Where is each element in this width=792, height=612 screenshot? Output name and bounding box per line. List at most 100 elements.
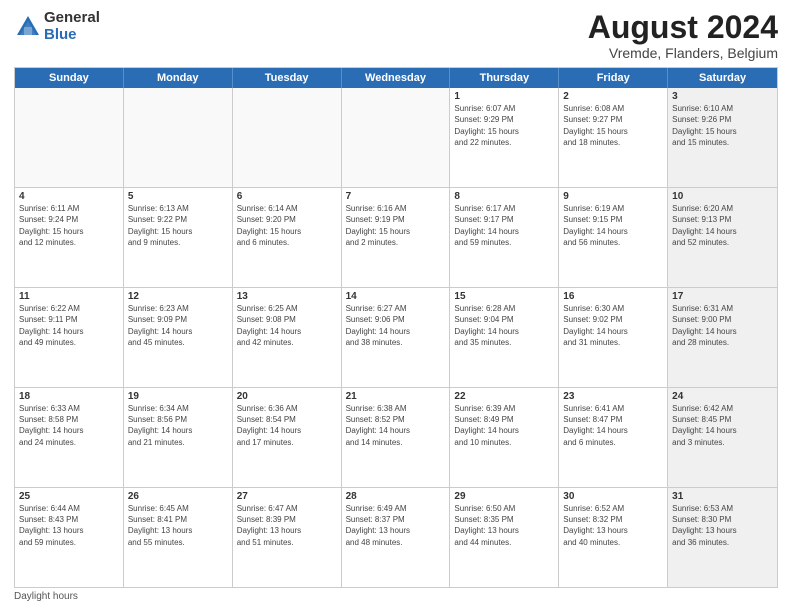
day-info: Sunrise: 6:36 AM Sunset: 8:54 PM Dayligh… bbox=[237, 403, 337, 448]
cal-cell bbox=[233, 88, 342, 187]
day-info: Sunrise: 6:22 AM Sunset: 9:11 PM Dayligh… bbox=[19, 303, 119, 348]
day-number: 11 bbox=[19, 291, 119, 302]
calendar: SundayMondayTuesdayWednesdayThursdayFrid… bbox=[14, 67, 778, 588]
day-number: 2 bbox=[563, 91, 663, 102]
title-block: August 2024 Vremde, Flanders, Belgium bbox=[588, 10, 778, 61]
cal-cell: 1Sunrise: 6:07 AM Sunset: 9:29 PM Daylig… bbox=[450, 88, 559, 187]
day-number: 27 bbox=[237, 491, 337, 502]
cal-cell bbox=[124, 88, 233, 187]
day-info: Sunrise: 6:20 AM Sunset: 9:13 PM Dayligh… bbox=[672, 203, 773, 248]
cal-week-3: 11Sunrise: 6:22 AM Sunset: 9:11 PM Dayli… bbox=[15, 288, 777, 388]
day-info: Sunrise: 6:44 AM Sunset: 8:43 PM Dayligh… bbox=[19, 503, 119, 548]
cal-cell: 23Sunrise: 6:41 AM Sunset: 8:47 PM Dayli… bbox=[559, 388, 668, 487]
cal-cell bbox=[15, 88, 124, 187]
day-number: 18 bbox=[19, 391, 119, 402]
cal-cell: 22Sunrise: 6:39 AM Sunset: 8:49 PM Dayli… bbox=[450, 388, 559, 487]
page: General Blue August 2024 Vremde, Flander… bbox=[0, 0, 792, 612]
cal-cell: 15Sunrise: 6:28 AM Sunset: 9:04 PM Dayli… bbox=[450, 288, 559, 387]
day-number: 24 bbox=[672, 391, 773, 402]
cal-cell: 31Sunrise: 6:53 AM Sunset: 8:30 PM Dayli… bbox=[668, 488, 777, 587]
day-info: Sunrise: 6:16 AM Sunset: 9:19 PM Dayligh… bbox=[346, 203, 446, 248]
cal-cell: 17Sunrise: 6:31 AM Sunset: 9:00 PM Dayli… bbox=[668, 288, 777, 387]
day-number: 17 bbox=[672, 291, 773, 302]
day-number: 21 bbox=[346, 391, 446, 402]
day-info: Sunrise: 6:41 AM Sunset: 8:47 PM Dayligh… bbox=[563, 403, 663, 448]
day-info: Sunrise: 6:45 AM Sunset: 8:41 PM Dayligh… bbox=[128, 503, 228, 548]
day-info: Sunrise: 6:14 AM Sunset: 9:20 PM Dayligh… bbox=[237, 203, 337, 248]
day-info: Sunrise: 6:19 AM Sunset: 9:15 PM Dayligh… bbox=[563, 203, 663, 248]
cal-cell: 24Sunrise: 6:42 AM Sunset: 8:45 PM Dayli… bbox=[668, 388, 777, 487]
day-number: 23 bbox=[563, 391, 663, 402]
cal-header-sunday: Sunday bbox=[15, 68, 124, 88]
day-number: 22 bbox=[454, 391, 554, 402]
cal-cell bbox=[342, 88, 451, 187]
footer-note: Daylight hours bbox=[14, 588, 778, 602]
day-number: 16 bbox=[563, 291, 663, 302]
cal-cell: 27Sunrise: 6:47 AM Sunset: 8:39 PM Dayli… bbox=[233, 488, 342, 587]
day-number: 4 bbox=[19, 191, 119, 202]
cal-cell: 12Sunrise: 6:23 AM Sunset: 9:09 PM Dayli… bbox=[124, 288, 233, 387]
day-info: Sunrise: 6:17 AM Sunset: 9:17 PM Dayligh… bbox=[454, 203, 554, 248]
cal-header-wednesday: Wednesday bbox=[342, 68, 451, 88]
logo-icon bbox=[14, 13, 42, 41]
calendar-body: 1Sunrise: 6:07 AM Sunset: 9:29 PM Daylig… bbox=[15, 88, 777, 587]
logo-blue-text: Blue bbox=[44, 27, 100, 44]
logo-general-text: General bbox=[44, 10, 100, 27]
cal-cell: 21Sunrise: 6:38 AM Sunset: 8:52 PM Dayli… bbox=[342, 388, 451, 487]
cal-cell: 9Sunrise: 6:19 AM Sunset: 9:15 PM Daylig… bbox=[559, 188, 668, 287]
day-number: 30 bbox=[563, 491, 663, 502]
day-number: 5 bbox=[128, 191, 228, 202]
cal-cell: 3Sunrise: 6:10 AM Sunset: 9:26 PM Daylig… bbox=[668, 88, 777, 187]
cal-header-friday: Friday bbox=[559, 68, 668, 88]
cal-cell: 28Sunrise: 6:49 AM Sunset: 8:37 PM Dayli… bbox=[342, 488, 451, 587]
day-info: Sunrise: 6:42 AM Sunset: 8:45 PM Dayligh… bbox=[672, 403, 773, 448]
day-info: Sunrise: 6:53 AM Sunset: 8:30 PM Dayligh… bbox=[672, 503, 773, 548]
day-info: Sunrise: 6:31 AM Sunset: 9:00 PM Dayligh… bbox=[672, 303, 773, 348]
day-info: Sunrise: 6:28 AM Sunset: 9:04 PM Dayligh… bbox=[454, 303, 554, 348]
day-number: 1 bbox=[454, 91, 554, 102]
day-info: Sunrise: 6:50 AM Sunset: 8:35 PM Dayligh… bbox=[454, 503, 554, 548]
calendar-header-row: SundayMondayTuesdayWednesdayThursdayFrid… bbox=[15, 68, 777, 88]
cal-week-4: 18Sunrise: 6:33 AM Sunset: 8:58 PM Dayli… bbox=[15, 388, 777, 488]
day-info: Sunrise: 6:38 AM Sunset: 8:52 PM Dayligh… bbox=[346, 403, 446, 448]
main-title: August 2024 bbox=[588, 10, 778, 45]
day-info: Sunrise: 6:34 AM Sunset: 8:56 PM Dayligh… bbox=[128, 403, 228, 448]
day-info: Sunrise: 6:49 AM Sunset: 8:37 PM Dayligh… bbox=[346, 503, 446, 548]
cal-cell: 25Sunrise: 6:44 AM Sunset: 8:43 PM Dayli… bbox=[15, 488, 124, 587]
cal-cell: 26Sunrise: 6:45 AM Sunset: 8:41 PM Dayli… bbox=[124, 488, 233, 587]
cal-week-5: 25Sunrise: 6:44 AM Sunset: 8:43 PM Dayli… bbox=[15, 488, 777, 587]
day-number: 31 bbox=[672, 491, 773, 502]
day-number: 3 bbox=[672, 91, 773, 102]
day-number: 9 bbox=[563, 191, 663, 202]
day-number: 13 bbox=[237, 291, 337, 302]
day-info: Sunrise: 6:25 AM Sunset: 9:08 PM Dayligh… bbox=[237, 303, 337, 348]
cal-cell: 20Sunrise: 6:36 AM Sunset: 8:54 PM Dayli… bbox=[233, 388, 342, 487]
cal-cell: 29Sunrise: 6:50 AM Sunset: 8:35 PM Dayli… bbox=[450, 488, 559, 587]
cal-header-saturday: Saturday bbox=[668, 68, 777, 88]
day-info: Sunrise: 6:07 AM Sunset: 9:29 PM Dayligh… bbox=[454, 103, 554, 148]
day-number: 15 bbox=[454, 291, 554, 302]
cal-cell: 14Sunrise: 6:27 AM Sunset: 9:06 PM Dayli… bbox=[342, 288, 451, 387]
day-info: Sunrise: 6:11 AM Sunset: 9:24 PM Dayligh… bbox=[19, 203, 119, 248]
day-info: Sunrise: 6:52 AM Sunset: 8:32 PM Dayligh… bbox=[563, 503, 663, 548]
day-info: Sunrise: 6:30 AM Sunset: 9:02 PM Dayligh… bbox=[563, 303, 663, 348]
day-number: 6 bbox=[237, 191, 337, 202]
cal-cell: 7Sunrise: 6:16 AM Sunset: 9:19 PM Daylig… bbox=[342, 188, 451, 287]
cal-header-tuesday: Tuesday bbox=[233, 68, 342, 88]
cal-cell: 19Sunrise: 6:34 AM Sunset: 8:56 PM Dayli… bbox=[124, 388, 233, 487]
day-info: Sunrise: 6:33 AM Sunset: 8:58 PM Dayligh… bbox=[19, 403, 119, 448]
cal-cell: 30Sunrise: 6:52 AM Sunset: 8:32 PM Dayli… bbox=[559, 488, 668, 587]
day-number: 25 bbox=[19, 491, 119, 502]
day-number: 20 bbox=[237, 391, 337, 402]
day-info: Sunrise: 6:27 AM Sunset: 9:06 PM Dayligh… bbox=[346, 303, 446, 348]
day-info: Sunrise: 6:10 AM Sunset: 9:26 PM Dayligh… bbox=[672, 103, 773, 148]
day-number: 14 bbox=[346, 291, 446, 302]
logo: General Blue bbox=[14, 10, 100, 43]
cal-header-thursday: Thursday bbox=[450, 68, 559, 88]
day-number: 26 bbox=[128, 491, 228, 502]
cal-cell: 2Sunrise: 6:08 AM Sunset: 9:27 PM Daylig… bbox=[559, 88, 668, 187]
day-info: Sunrise: 6:13 AM Sunset: 9:22 PM Dayligh… bbox=[128, 203, 228, 248]
day-number: 7 bbox=[346, 191, 446, 202]
cal-week-2: 4Sunrise: 6:11 AM Sunset: 9:24 PM Daylig… bbox=[15, 188, 777, 288]
day-number: 8 bbox=[454, 191, 554, 202]
